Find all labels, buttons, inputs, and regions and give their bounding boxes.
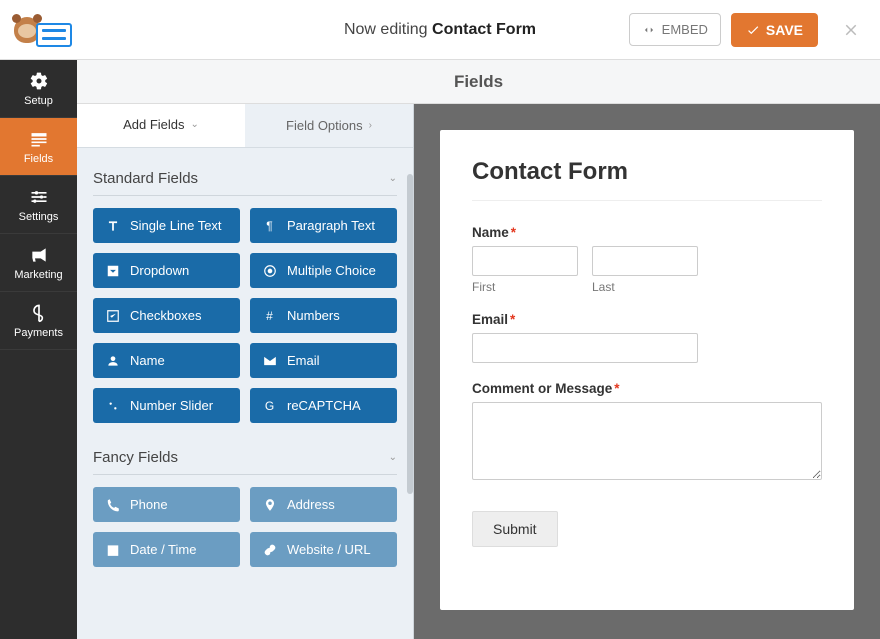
paragraph-icon: ¶ (262, 218, 277, 233)
preview-area: Contact Form Name* First Last (414, 104, 880, 639)
tab-add-fields[interactable]: Add Fields ⌄ (77, 104, 245, 147)
form-field-email[interactable]: Email* (472, 312, 822, 363)
nav-fields-label: Fields (24, 153, 53, 165)
field-dropdown[interactable]: Dropdown (93, 253, 240, 288)
form-preview[interactable]: Contact Form Name* First Last (440, 130, 854, 610)
code-icon (642, 23, 656, 37)
google-icon: G (262, 398, 277, 413)
embed-button[interactable]: EMBED (629, 13, 721, 46)
chevron-down-icon: ⌄ (389, 173, 397, 184)
save-label: SAVE (766, 22, 803, 38)
close-icon (842, 21, 860, 39)
nav-setup[interactable]: Setup (0, 60, 77, 118)
form-field-comment[interactable]: Comment or Message* (472, 381, 822, 485)
comment-textarea[interactable] (472, 402, 822, 480)
submit-button[interactable]: Submit (472, 511, 558, 547)
section-standard-head[interactable]: Standard Fields ⌄ (93, 160, 397, 196)
field-number-slider[interactable]: Number Slider (93, 388, 240, 423)
dollar-icon (29, 303, 49, 323)
field-single-line-text[interactable]: Single Line Text (93, 208, 240, 243)
sliders-h-icon (105, 398, 120, 413)
first-name-input[interactable] (472, 246, 578, 276)
panel-header: Fields (77, 60, 880, 104)
tabs: Add Fields ⌄ Field Options › (77, 104, 413, 148)
field-multiple-choice[interactable]: Multiple Choice (250, 253, 397, 288)
check-square-icon (105, 308, 120, 323)
chevron-right-icon: › (369, 120, 372, 131)
nav-settings[interactable]: Settings (0, 176, 77, 234)
top-bar: Now editing Contact Form EMBED SAVE (0, 0, 880, 60)
check-icon (746, 23, 760, 37)
first-sublabel: First (472, 280, 578, 294)
last-name-input[interactable] (592, 246, 698, 276)
embed-label: EMBED (662, 22, 708, 37)
chevron-down-icon: ⌄ (389, 452, 397, 463)
nav-payments[interactable]: Payments (0, 292, 77, 350)
field-address[interactable]: Address (250, 487, 397, 522)
field-date-time[interactable]: Date / Time (93, 532, 240, 567)
field-paragraph-text[interactable]: ¶Paragraph Text (250, 208, 397, 243)
panel-title: Fields (454, 72, 503, 92)
save-button[interactable]: SAVE (731, 13, 818, 47)
form-title: Contact Form (472, 158, 822, 186)
field-numbers[interactable]: #Numbers (250, 298, 397, 333)
divider (472, 200, 822, 201)
required-marker: * (511, 225, 516, 240)
nav-marketing[interactable]: Marketing (0, 234, 77, 292)
email-input[interactable] (472, 333, 698, 363)
nav-payments-label: Payments (14, 327, 63, 339)
section-fancy-head[interactable]: Fancy Fields ⌄ (93, 439, 397, 475)
chevron-down-icon: ⌄ (191, 119, 199, 130)
form-field-name[interactable]: Name* First Last (472, 225, 822, 294)
envelope-icon (262, 353, 277, 368)
field-name[interactable]: Name (93, 343, 240, 378)
user-icon (105, 353, 120, 368)
field-email[interactable]: Email (250, 343, 397, 378)
editing-form-name: Contact Form (432, 21, 536, 38)
editing-prefix: Now editing (344, 21, 432, 38)
nav-settings-label: Settings (19, 211, 59, 223)
field-phone[interactable]: Phone (93, 487, 240, 522)
comment-label: Comment or Message* (472, 381, 822, 396)
name-label: Name* (472, 225, 822, 240)
pin-icon (262, 497, 277, 512)
sliders-icon (29, 187, 49, 207)
hash-icon: # (262, 308, 277, 323)
email-label: Email* (472, 312, 822, 327)
form-icon (29, 129, 49, 149)
text-icon (105, 218, 120, 233)
nav-setup-label: Setup (24, 95, 53, 107)
nav-fields[interactable]: Fields (0, 118, 77, 176)
field-website-url[interactable]: Website / URL (250, 532, 397, 567)
required-marker: * (510, 312, 515, 327)
app-logo (14, 13, 72, 47)
calendar-icon (105, 542, 120, 557)
required-marker: * (614, 381, 619, 396)
field-recaptcha[interactable]: GreCAPTCHA (250, 388, 397, 423)
phone-icon (105, 497, 120, 512)
caret-square-icon (105, 263, 120, 278)
close-button[interactable] (836, 17, 866, 43)
nav-marketing-label: Marketing (14, 269, 62, 281)
section-standard-title: Standard Fields (93, 170, 198, 187)
logo-card-icon (36, 23, 72, 47)
link-icon (262, 542, 277, 557)
top-actions: EMBED SAVE (629, 13, 866, 47)
gear-icon (29, 71, 49, 91)
tab-add-label: Add Fields (123, 117, 184, 132)
bullhorn-icon (29, 245, 49, 265)
tab-field-options[interactable]: Field Options › (245, 104, 413, 147)
tab-options-label: Field Options (286, 118, 363, 133)
left-nav: Setup Fields Settings Marketing Payments (0, 60, 77, 639)
dot-circle-icon (262, 263, 277, 278)
fields-panel[interactable]: Add Fields ⌄ Field Options › Standard Fi… (77, 104, 414, 639)
field-checkboxes[interactable]: Checkboxes (93, 298, 240, 333)
section-fancy-title: Fancy Fields (93, 449, 178, 466)
last-sublabel: Last (592, 280, 698, 294)
